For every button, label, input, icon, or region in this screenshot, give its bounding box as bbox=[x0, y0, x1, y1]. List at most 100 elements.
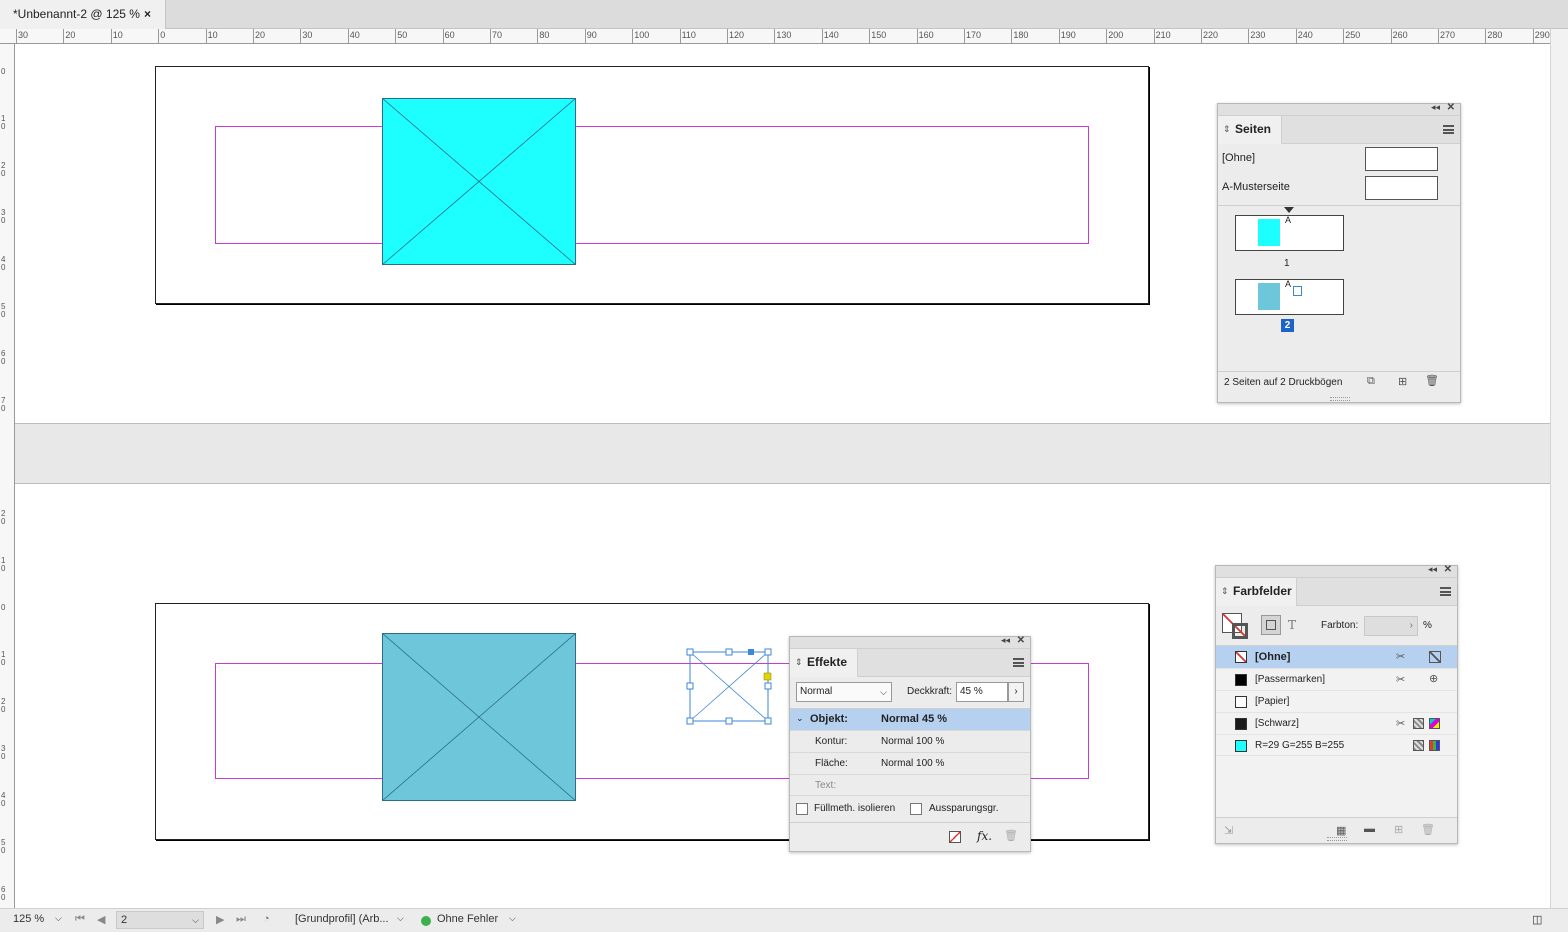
tint-input[interactable]: › bbox=[1364, 616, 1418, 636]
edit-page-size-icon[interactable]: ⧉ bbox=[1367, 375, 1375, 388]
master-a-thumbnail[interactable] bbox=[1365, 176, 1438, 200]
resize-grip-icon[interactable] bbox=[1330, 397, 1350, 401]
tint-unit: % bbox=[1423, 620, 1432, 631]
panel-menu-icon[interactable] bbox=[1440, 587, 1451, 596]
effect-row-text[interactable]: Text: bbox=[790, 774, 1030, 796]
new-color-group-icon[interactable]: ▬ bbox=[1364, 823, 1375, 835]
none-swatch-chip bbox=[1235, 651, 1247, 663]
ruler-tick-label: 40 bbox=[349, 30, 360, 40]
close-panel-icon[interactable]: ✕ bbox=[1447, 102, 1455, 113]
pages-footer-status: 2 Seiten auf 2 Druckbögen bbox=[1224, 377, 1343, 388]
paper-swatch-chip bbox=[1235, 696, 1247, 708]
vruler-tick-label: 5 0 bbox=[1, 838, 6, 855]
show-swatches-icon[interactable]: ⇲ bbox=[1224, 824, 1233, 837]
swatch-row-none[interactable]: [Ohne] ✂ bbox=[1216, 646, 1457, 668]
collapse-panel-icon[interactable]: ◂◂ bbox=[1001, 635, 1010, 646]
preflight-status[interactable]: Ohne Fehler bbox=[437, 913, 498, 925]
master-none-thumbnail[interactable] bbox=[1365, 147, 1438, 171]
ruler-tick bbox=[347, 29, 349, 43]
fill-stroke-selector[interactable] bbox=[1222, 613, 1252, 643]
last-page-icon[interactable]: ⏭ bbox=[236, 913, 246, 926]
swatch-row-registration[interactable]: [Passermarken] ✂ ⊕ bbox=[1216, 668, 1457, 690]
stroke-swatch-icon[interactable] bbox=[1232, 623, 1248, 639]
transparent-rectangle-frame[interactable] bbox=[382, 633, 576, 801]
vruler-tick-label: 5 0 bbox=[1, 302, 6, 319]
cyan-rectangle-frame[interactable] bbox=[382, 98, 576, 265]
effect-row-value: Normal 100 % bbox=[881, 758, 945, 769]
formatting-text-icon[interactable]: T bbox=[1288, 618, 1296, 632]
ruler-tick-label: 20 bbox=[65, 30, 76, 40]
split-view-icon[interactable]: ◫ bbox=[1532, 913, 1542, 926]
ruler-tick bbox=[1201, 29, 1202, 43]
delete-effect-icon[interactable]: 🗑 bbox=[1004, 829, 1018, 842]
tab-effekte[interactable]: ⇕ Effekte bbox=[790, 649, 858, 677]
ruler-tick bbox=[63, 29, 65, 43]
ruler-tick-label: 220 bbox=[1203, 30, 1219, 40]
selected-empty-frame[interactable] bbox=[686, 648, 774, 726]
close-tab-icon[interactable]: × bbox=[144, 0, 151, 29]
tab-farbfelder[interactable]: ⇕ Farbfelder bbox=[1216, 578, 1297, 606]
opacity-slider-button[interactable]: › bbox=[1008, 682, 1024, 702]
ruler-tick bbox=[16, 29, 17, 43]
vertical-ruler[interactable]: 0 1 0 2 0 3 0 4 0 5 0 6 0 7 0 2 0 1 0 0 1 0 2 0 3 0 4 … bbox=[0, 44, 15, 908]
horizontal-ruler[interactable]: 30 20 10 0 10 20 30 40 50 60 70 80 90 100 110 120 130 140… bbox=[0, 29, 1550, 44]
collapse-panel-icon[interactable]: ◂◂ bbox=[1431, 102, 1440, 113]
panel-menu-icon[interactable] bbox=[1443, 125, 1454, 134]
new-swatch-icon[interactable]: ⊞ bbox=[1394, 823, 1403, 836]
swatches-panel-titlebar[interactable]: ◂◂ ✕ bbox=[1216, 564, 1457, 578]
page-1-thumbnail[interactable]: A bbox=[1235, 215, 1344, 251]
ruler-tick-label: 110 bbox=[681, 30, 696, 40]
preflight-profile[interactable]: [Grundprofil] (Arb... bbox=[295, 913, 389, 925]
tab-seiten[interactable]: ⇕ Seiten bbox=[1218, 116, 1282, 144]
master-none-label[interactable]: [Ohne] bbox=[1222, 152, 1255, 164]
page-2-master-prefix: A bbox=[1285, 279, 1292, 289]
non-editable-icon: ✂ bbox=[1396, 674, 1406, 686]
effect-row-object[interactable]: ⌄ Objekt: Normal 45 % bbox=[790, 708, 1030, 730]
panel-menu-icon[interactable] bbox=[1013, 658, 1024, 667]
chevron-down-icon: ⌵ bbox=[880, 687, 887, 697]
page-2-thumb-frame bbox=[1293, 286, 1302, 296]
swatch-view-icon[interactable]: ▦ bbox=[1336, 824, 1346, 837]
resize-grip-icon[interactable] bbox=[1327, 837, 1347, 841]
swatch-name: [Schwarz] bbox=[1255, 718, 1299, 729]
collapse-panel-icon[interactable]: ◂◂ bbox=[1428, 564, 1437, 575]
swatch-row-black[interactable]: [Schwarz] ✂ bbox=[1216, 712, 1457, 734]
delete-page-icon[interactable]: 🗑 bbox=[1425, 374, 1439, 387]
close-panel-icon[interactable]: ✕ bbox=[1444, 564, 1452, 575]
document-tab[interactable]: *Unbenannt-2 @ 125 % × bbox=[0, 0, 166, 29]
effects-panel-titlebar[interactable]: ◂◂ ✕ bbox=[790, 635, 1030, 649]
knockout-group-checkbox[interactable] bbox=[910, 803, 922, 815]
effect-row-fill[interactable]: Fläche: Normal 100 % bbox=[790, 752, 1030, 774]
next-page-icon[interactable]: ▶ bbox=[216, 913, 224, 926]
zoom-level[interactable]: 125 % bbox=[13, 913, 44, 925]
chevron-down-icon[interactable]: ⌵ bbox=[55, 913, 62, 924]
chevron-down-icon[interactable]: ⌵ bbox=[397, 913, 404, 924]
swatch-row-cyan[interactable]: R=29 G=255 B=255 bbox=[1216, 734, 1457, 756]
first-page-icon[interactable]: ⏮ bbox=[75, 913, 85, 926]
close-panel-icon[interactable]: ✕ bbox=[1017, 635, 1025, 646]
page-2-thumbnail[interactable]: A bbox=[1235, 279, 1344, 315]
new-page-icon[interactable]: ⊞ bbox=[1398, 375, 1407, 388]
fx-icon[interactable]: fx. bbox=[977, 829, 992, 843]
opacity-input[interactable]: 45 % bbox=[956, 682, 1008, 702]
swatch-row-paper[interactable]: [Papier] bbox=[1216, 690, 1457, 712]
color-mode-none-icon bbox=[1429, 651, 1441, 663]
master-a-label[interactable]: A-Musterseite bbox=[1222, 181, 1290, 193]
preflight-profile-icon[interactable]: ◔ bbox=[263, 913, 270, 925]
page-number-field[interactable]: 2 ⌵ bbox=[116, 911, 204, 929]
previous-page-icon[interactable]: ◀ bbox=[97, 913, 105, 926]
isolate-blending-checkbox[interactable] bbox=[796, 803, 808, 815]
ruler-tick bbox=[490, 29, 491, 43]
page-2-number-selected[interactable]: 2 bbox=[1281, 319, 1294, 332]
ruler-tick-label: 290 bbox=[1534, 30, 1550, 40]
vertical-scrollbar[interactable] bbox=[1550, 29, 1568, 908]
delete-swatch-icon[interactable]: 🗑 bbox=[1421, 823, 1435, 836]
pages-panel-titlebar[interactable]: ◂◂ ✕ bbox=[1218, 102, 1460, 116]
blend-mode-select[interactable]: Normal ⌵ bbox=[796, 682, 892, 702]
clear-effects-icon[interactable] bbox=[949, 831, 961, 843]
chevron-down-icon[interactable]: ⌵ bbox=[509, 913, 516, 924]
formatting-container-icon[interactable] bbox=[1261, 615, 1281, 635]
isolate-blending-label: Füllmeth. isolieren bbox=[814, 803, 896, 814]
ruler-tick-label: 30 bbox=[18, 30, 29, 40]
effect-row-stroke[interactable]: Kontur: Normal 100 % bbox=[790, 730, 1030, 752]
